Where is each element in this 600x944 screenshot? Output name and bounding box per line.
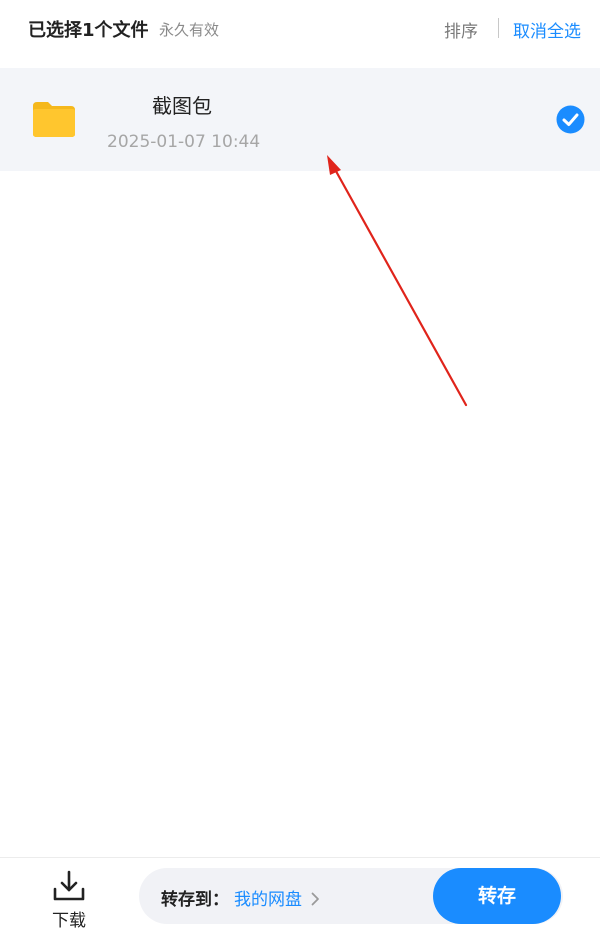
file-date: 2025-01-07 10:44	[107, 132, 261, 152]
save-button[interactable]: 转存	[433, 868, 561, 924]
download-button[interactable]: 下载	[36, 868, 102, 932]
save-to-label: 转存到：	[161, 890, 229, 910]
sort-button[interactable]: 排序	[444, 17, 478, 42]
checked-icon[interactable]	[556, 105, 585, 134]
bottom-action-bar: 下载 转存到： 我的网盘 转存	[0, 857, 600, 944]
deselect-all-button[interactable]: 取消全选	[513, 17, 581, 42]
header-divider	[498, 18, 499, 38]
selected-count-label: 已选择1个文件	[28, 20, 149, 41]
annotation-arrow	[327, 155, 468, 407]
save-target-label: 我的网盘	[234, 890, 302, 910]
download-icon	[53, 870, 85, 901]
file-name: 截图包	[152, 94, 212, 118]
header-bar: 已选择1个文件 永久有效 排序 取消全选	[0, 0, 600, 58]
folder-icon	[33, 102, 75, 137]
save-target-selector[interactable]: 我的网盘	[234, 885, 320, 910]
download-label: 下载	[52, 911, 86, 931]
chevron-right-icon	[311, 892, 319, 906]
validity-label: 永久有效	[159, 21, 220, 39]
file-list-item[interactable]: 截图包 2025-01-07 10:44	[0, 68, 600, 171]
